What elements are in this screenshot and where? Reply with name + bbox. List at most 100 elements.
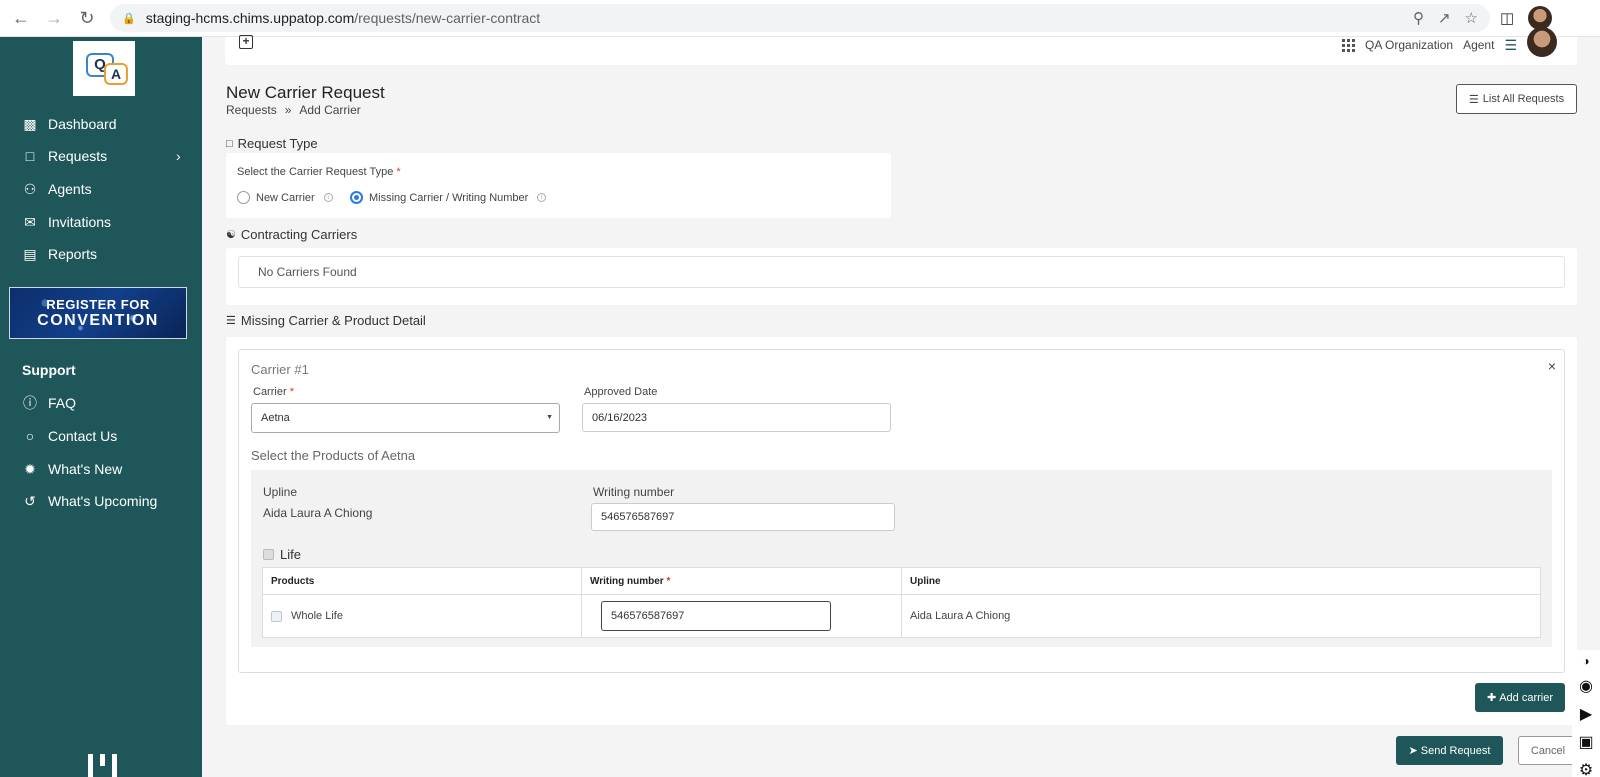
top-bar: + QA Organization Agent ☰ <box>225 27 1577 65</box>
request-type-card: Select the Carrier Request Type * New Ca… <box>226 153 891 218</box>
list-all-label: List All Requests <box>1482 93 1565 105</box>
upline-value: Aida Laura A Chiong <box>263 506 373 520</box>
video-icon[interactable]: ▶ <box>1580 704 1592 724</box>
user-avatar[interactable] <box>1527 27 1557 57</box>
gear-icon[interactable]: ⚙ <box>1579 760 1593 777</box>
sidebar-item-whats-upcoming[interactable]: ↺ What's Upcoming <box>22 493 158 510</box>
info-icon[interactable]: i <box>537 193 547 202</box>
writing-cell: 546576587697 <box>582 595 902 637</box>
products-table: Products Writing number * Upline Whole L… <box>262 567 1541 638</box>
radio-button[interactable] <box>350 191 363 204</box>
radio-missing-carrier[interactable]: Missing Carrier / Writing Number i <box>350 191 547 204</box>
products-heading: Select the Products of Aetna <box>251 448 416 463</box>
radio-button[interactable] <box>237 191 250 204</box>
send-request-button[interactable]: ➤ Send Request <box>1396 736 1503 765</box>
add-carrier-label: Add carrier <box>1499 691 1553 704</box>
monitor-icon: ▩ <box>23 115 37 132</box>
sidebar-item-agents[interactable]: ⚇ Agents <box>22 181 92 198</box>
group-label: Life <box>280 547 301 562</box>
chevron-right-icon[interactable]: › <box>176 148 181 164</box>
sidebar-item-contact[interactable]: ○ Contact Us <box>22 428 117 444</box>
carrier-select-value: Aetna <box>261 412 290 424</box>
radio-label: Missing Carrier / Writing Number <box>369 191 529 204</box>
life-group-checkbox[interactable]: Life <box>263 547 301 562</box>
sidebar-item-label: What's Upcoming <box>48 493 158 509</box>
sidebar-item-label: Requests <box>48 148 108 164</box>
badge-icon: ✹ <box>24 460 36 477</box>
missing-carrier-heading: ☰ Missing Carrier & Product Detail <box>226 313 426 328</box>
row-upline: Aida Laura A Chiong <box>910 610 1011 622</box>
missing-carrier-card: Carrier #1 × Carrier * Aetna ▼ Approved … <box>226 337 1577 725</box>
row-writing-number-input[interactable]: 546576587697 <box>601 601 831 631</box>
star-icon[interactable]: ☆ <box>1465 9 1478 27</box>
breadcrumb-requests[interactable]: Requests <box>226 103 277 117</box>
sidebar-item-label: Dashboard <box>48 116 117 132</box>
sidebar-item-label: Reports <box>48 246 98 262</box>
share-icon[interactable]: ↗ <box>1438 9 1451 27</box>
window-icon[interactable]: ▣ <box>1578 732 1593 752</box>
qa-logo[interactable]: Q A <box>73 41 135 96</box>
request-type-heading: □ Request Type <box>226 136 318 151</box>
radio-label: New Carrier <box>256 191 315 204</box>
carrier-title: Carrier #1 <box>251 362 309 377</box>
radio-new-carrier[interactable]: New Carrier i <box>237 191 333 204</box>
reload-icon[interactable]: ↻ <box>70 1 104 35</box>
list-all-requests-button[interactable]: ☰ List All Requests <box>1456 84 1577 114</box>
sidebar-item-faq[interactable]: ⓘ FAQ <box>22 395 76 411</box>
cancel-button[interactable]: Cancel <box>1518 736 1578 765</box>
page-title: New Carrier Request <box>226 83 385 102</box>
checkbox[interactable] <box>263 549 274 560</box>
list-icon: ☰ <box>226 315 236 327</box>
sidebar: Q A ▩ Dashboard □ Requests › ⚇ Agents ✉ … <box>0 37 202 777</box>
list-icon: ☰ <box>1468 93 1479 106</box>
forward-icon[interactable]: → <box>37 1 71 35</box>
sidebar-item-requests[interactable]: □ Requests <box>22 148 107 164</box>
sidebar-item-invitations[interactable]: ✉ Invitations <box>22 213 112 231</box>
support-heading: Support <box>22 362 76 378</box>
chat-bubbles-icon: ○ <box>25 428 35 444</box>
section-title: Contracting Carriers <box>240 227 358 242</box>
sidebar-item-label: FAQ <box>48 395 77 411</box>
sidebar-item-label: Invitations <box>48 214 112 230</box>
breadcrumb-current: Add Carrier <box>299 103 361 117</box>
convention-banner[interactable]: REGISTER FOR CONVENTION <box>9 287 187 339</box>
apps-grid-icon[interactable] <box>1342 38 1356 52</box>
sidepanel-icon[interactable]: ◫ <box>1500 9 1514 27</box>
zoom-icon[interactable]: ⚲ <box>1413 9 1424 27</box>
table-header: Products Writing number * Upline <box>263 568 1540 595</box>
writing-number-input[interactable]: 546576587697 <box>591 503 895 531</box>
approved-date-label: Approved Date <box>584 386 658 398</box>
send-label: Send Request <box>1420 744 1491 757</box>
sidebar-item-reports[interactable]: ▤ Reports <box>22 246 98 263</box>
carrier-label: Carrier * <box>253 386 294 398</box>
url-text: staging-hcms.chims.uppatop.com/requests/… <box>145 10 541 26</box>
section-title: Request Type <box>237 136 318 151</box>
request-type-prompt: Select the Carrier Request Type * <box>237 166 401 178</box>
approved-date-input[interactable]: 06/16/2023 <box>582 403 891 432</box>
checkbox[interactable] <box>271 610 282 622</box>
organization-name[interactable]: QA Organization <box>1365 38 1453 52</box>
screenshot-icon[interactable]: ◑ <box>1582 654 1589 668</box>
sidebar-item-dashboard[interactable]: ▩ Dashboard <box>22 115 117 133</box>
back-icon[interactable]: ← <box>4 1 38 35</box>
cart-icon[interactable]: ☰ <box>1504 37 1517 54</box>
carrier-select[interactable]: Aetna ▼ <box>251 403 560 433</box>
floating-toolbar: ◑ ◉ ▶ ▣ ⚙ <box>1572 650 1600 777</box>
envelope-icon: ✉ <box>24 213 36 230</box>
add-carrier-button[interactable]: ✚ Add carrier <box>1475 683 1565 712</box>
contracting-carriers-heading: ☯ Contracting Carriers <box>226 227 357 242</box>
sidebar-item-whats-new[interactable]: ✹ What's New <box>22 460 123 478</box>
user-role: Agent <box>1463 38 1495 52</box>
table-row: Whole Life 546576587697 Aida Laura A Chi… <box>263 595 1540 637</box>
info-icon[interactable]: i <box>323 193 333 202</box>
add-icon[interactable]: + <box>239 35 253 49</box>
camera-icon[interactable]: ◉ <box>1579 676 1593 696</box>
close-icon[interactable]: × <box>1548 358 1556 374</box>
no-carriers-message: No Carriers Found <box>238 256 1565 288</box>
upline-label: Upline <box>263 485 298 499</box>
address-bar[interactable]: 🔒 staging-hcms.chims.uppatop.com/request… <box>110 4 1490 32</box>
product-cell: Whole Life <box>263 595 582 637</box>
section-title: Missing Carrier & Product Detail <box>240 313 426 328</box>
sidebar-item-label: What's New <box>48 461 123 477</box>
brand-mark-icon <box>88 754 120 777</box>
